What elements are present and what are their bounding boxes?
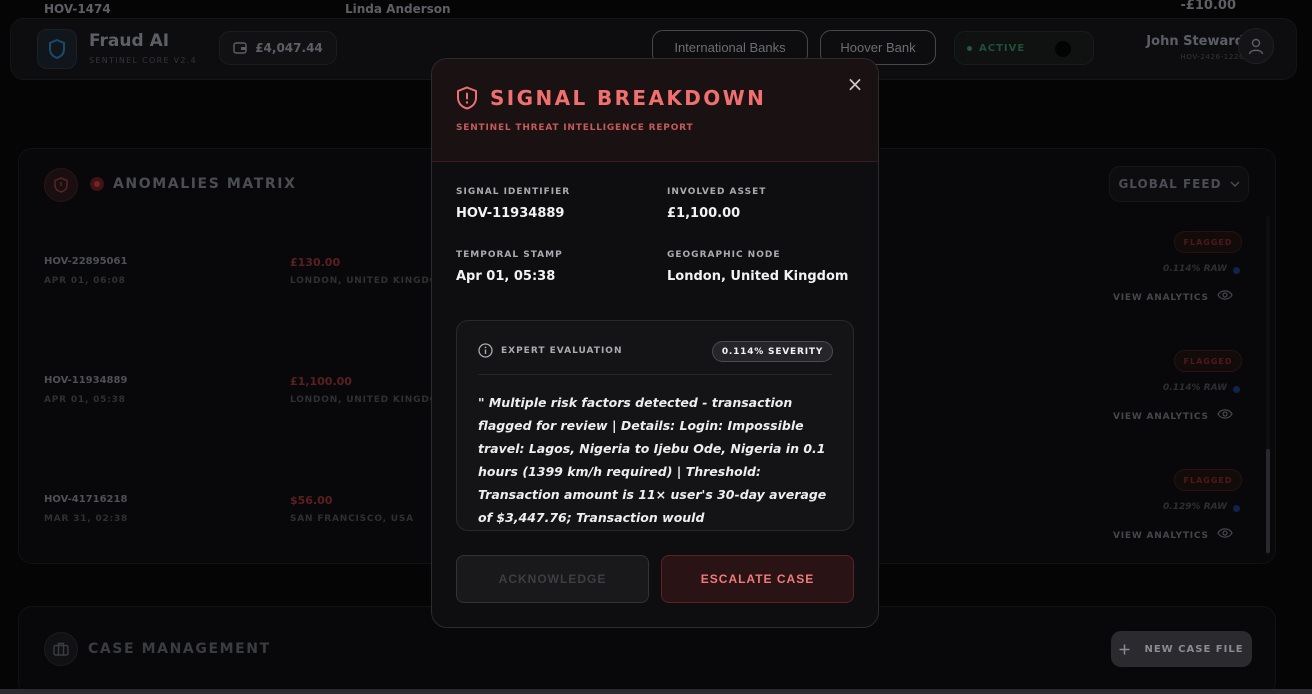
- plus-icon: [1119, 644, 1130, 654]
- strip-name: Linda Anderson: [345, 2, 451, 16]
- strip-ref: HOV-1474: [44, 2, 111, 16]
- escalate-case-button[interactable]: ESCALATE CASE: [661, 555, 854, 603]
- view-analytics-link[interactable]: VIEW ANALYTICS: [1113, 412, 1209, 422]
- shield-alert-icon: [457, 86, 477, 110]
- strip-amount: -£10.00: [1180, 0, 1236, 13]
- row-date: APR 01, 06:08: [44, 276, 126, 286]
- raw-score: 0.114% RAW: [1163, 264, 1227, 274]
- flag-badge: FLAGGED: [1174, 469, 1242, 491]
- eye-icon[interactable]: [1217, 289, 1233, 301]
- wallet-icon: [233, 42, 247, 54]
- score-dot: [1233, 386, 1240, 393]
- row-id: HOV-11934889: [44, 375, 128, 386]
- row-location: SAN FRANCISCO, USA: [290, 514, 414, 524]
- row-date: APR 01, 05:38: [44, 395, 126, 405]
- status-dot: [967, 45, 972, 51]
- previous-row-strip: HOV-1474 Linda Anderson -£10.00: [18, 0, 1294, 16]
- chevron-down-icon: [1230, 181, 1240, 187]
- balance-value: £4,047.44: [255, 41, 323, 55]
- expert-evaluation-card: EXPERT EVALUATION 0.114% SEVERITY " Mult…: [456, 320, 854, 531]
- user-id: HOV-2426-1226: [1180, 53, 1244, 61]
- score-dot: [1233, 267, 1240, 274]
- live-indicator-icon: [90, 177, 104, 191]
- modal-subtitle: SENTINEL THREAT INTELLIGENCE REPORT: [456, 123, 694, 133]
- shield-alert-icon: [44, 168, 78, 202]
- row-location: LONDON, UNITED KINGDO: [290, 395, 439, 405]
- raw-score: 0.129% RAW: [1163, 502, 1227, 512]
- brand-name: Fraud AI: [89, 31, 170, 51]
- row-amount: $56.00: [290, 494, 333, 507]
- temporal-stamp-value: Apr 01, 05:38: [456, 269, 556, 284]
- row-id: HOV-41716218: [44, 494, 128, 505]
- row-id: HOV-22895061: [44, 256, 128, 267]
- toggle-knob: [1055, 41, 1071, 57]
- row-amount: £1,100.00: [290, 375, 352, 388]
- signal-identifier-value: HOV-11934889: [456, 206, 565, 221]
- view-analytics-link[interactable]: VIEW ANALYTICS: [1113, 531, 1209, 541]
- evaluation-text: " Multiple risk factors detected - trans…: [478, 395, 827, 525]
- signal-identifier-label: SIGNAL IDENTIFIER: [456, 187, 571, 197]
- temporal-stamp-label: TEMPORAL STAMP: [456, 250, 563, 260]
- bottom-scrollbar[interactable]: [0, 689, 1312, 694]
- severity-badge: 0.114% SEVERITY: [712, 341, 833, 362]
- row-amount: £130.00: [290, 256, 341, 269]
- row-location: LONDON, UNITED KINGDO: [290, 276, 439, 286]
- eye-icon[interactable]: [1217, 408, 1233, 420]
- feed-label: GLOBAL FEED: [1118, 177, 1222, 191]
- view-analytics-link[interactable]: VIEW ANALYTICS: [1113, 293, 1209, 303]
- divider: [478, 374, 832, 375]
- signal-breakdown-modal: SIGNAL BREAKDOWN SENTINEL THREAT INTELLI…: [431, 58, 879, 628]
- case-management-title: CASE MANAGEMENT: [88, 641, 271, 657]
- new-case-file-button[interactable]: NEW CASE FILE: [1111, 631, 1252, 667]
- status-toggle[interactable]: ACTIVE: [954, 31, 1094, 65]
- involved-asset-label: INVOLVED ASSET: [667, 187, 767, 197]
- close-icon[interactable]: ×: [845, 74, 865, 95]
- balance-display: £4,047.44: [219, 31, 337, 65]
- shield-logo-icon: [37, 29, 77, 69]
- score-dot: [1233, 505, 1240, 512]
- briefcase-icon: [44, 632, 78, 666]
- evaluation-label: EXPERT EVALUATION: [501, 345, 623, 356]
- brand-version: SENTINEL CORE V2.4: [89, 56, 198, 65]
- new-case-label: NEW CASE FILE: [1144, 643, 1244, 655]
- status-label: ACTIVE: [979, 42, 1026, 54]
- info-icon: [478, 343, 493, 358]
- modal-title: SIGNAL BREAKDOWN: [490, 86, 767, 110]
- user-name: John Steward: [1146, 34, 1244, 49]
- geographic-node-value: London, United Kingdom: [667, 269, 849, 284]
- involved-asset-value: £1,100.00: [667, 206, 741, 221]
- global-feed-dropdown[interactable]: GLOBAL FEED: [1109, 166, 1249, 202]
- raw-score: 0.114% RAW: [1163, 383, 1227, 393]
- acknowledge-button[interactable]: ACKNOWLEDGE: [456, 555, 649, 603]
- flag-badge: FLAGGED: [1174, 231, 1242, 253]
- flag-badge: FLAGGED: [1174, 350, 1242, 372]
- avatar[interactable]: [1238, 28, 1274, 64]
- scrollbar-thumb[interactable]: [1266, 449, 1270, 553]
- anomalies-title: ANOMALIES MATRIX: [113, 176, 297, 192]
- eye-icon[interactable]: [1217, 527, 1233, 539]
- row-date: MAR 31, 02:38: [44, 514, 129, 524]
- geographic-node-label: GEOGRAPHIC NODE: [667, 250, 781, 260]
- user-icon: [1248, 38, 1264, 55]
- modal-header: SIGNAL BREAKDOWN SENTINEL THREAT INTELLI…: [432, 59, 878, 162]
